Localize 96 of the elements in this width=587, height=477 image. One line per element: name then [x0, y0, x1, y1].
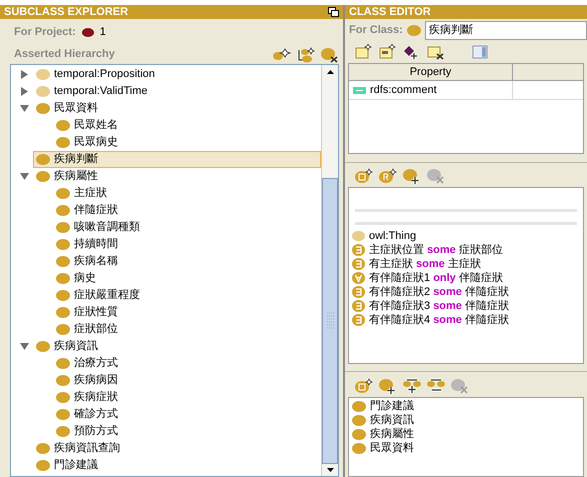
tree-item[interactable]: 疾病資訊查詢: [33, 440, 121, 457]
condition-text[interactable]: 有主症狀 some 主症狀: [369, 256, 481, 272]
note-add-icon[interactable]: [355, 44, 373, 60]
disjoint-item[interactable]: 疾病資訊: [349, 413, 583, 427]
hierarchy-label: Asserted Hierarchy: [14, 47, 115, 62]
tree-label: 主症狀: [74, 186, 107, 202]
tree-label: 疾病資訊查詢: [54, 441, 120, 456]
condition-text[interactable]: 有伴隨症狀4 some 伴隨症狀: [369, 312, 509, 328]
tree-label: 預防方式: [74, 424, 118, 440]
tree-label: 伴隨症狀: [74, 203, 118, 218]
tree-label: 持續時間: [74, 237, 118, 252]
tree-item[interactable]: 咳嗽音調種類: [53, 219, 141, 236]
annotation-property-icon: [353, 86, 366, 94]
tree-item[interactable]: 症狀性質: [53, 304, 119, 321]
tree-item[interactable]: 疾病名稱: [53, 253, 119, 270]
tree-label: 民眾姓名: [74, 118, 118, 134]
project-label: For Project:: [14, 24, 76, 40]
tree-label: 門診建議: [54, 458, 98, 474]
condition-text[interactable]: 有伴隨症狀2 some 伴隨症狀: [369, 284, 509, 300]
add-class-icon[interactable]: [379, 378, 397, 394]
disjoint-item[interactable]: 門診建議: [349, 399, 583, 413]
project-value: 1: [100, 24, 106, 40]
expanded-triangle-icon[interactable]: [20, 172, 28, 181]
grip-icon: [326, 312, 334, 330]
tree-item[interactable]: 民眾病史: [53, 134, 119, 151]
collapsed-triangle-icon[interactable]: [20, 70, 28, 79]
tree-label: 疾病屬性: [54, 169, 98, 184]
tree-label: 病史: [74, 271, 96, 286]
class-icon: [352, 428, 366, 440]
tree-item[interactable]: temporal:Proposition: [33, 66, 156, 83]
tree-label: 民眾資料: [54, 101, 98, 116]
tree-label: 症狀性質: [74, 305, 118, 320]
tree-label: 疾病症狀: [74, 390, 118, 406]
tree-item[interactable]: 持續時間: [53, 236, 119, 253]
delete-class-icon[interactable]: [321, 46, 339, 62]
tree-item[interactable]: 疾病症狀: [53, 389, 119, 406]
tree-item[interactable]: 門診建議: [33, 457, 99, 474]
window-icon[interactable]: [328, 7, 339, 17]
project-icon: [82, 28, 94, 36]
table-cell: rdfs:comment: [349, 81, 513, 99]
add-necessary-icon[interactable]: [355, 168, 373, 184]
tree-label: 治療方式: [74, 356, 118, 372]
tree-label: temporal:ValidTime: [54, 84, 148, 100]
tree-label: temporal:Proposition: [54, 67, 155, 82]
create-subclass-icon[interactable]: [273, 46, 291, 62]
tree-label: 疾病名稱: [74, 254, 118, 270]
tree-item[interactable]: 症狀部位: [53, 321, 119, 338]
note-add-icon[interactable]: [379, 44, 397, 60]
condition-text[interactable]: 主症狀位置 some 症狀部位: [369, 242, 503, 258]
tree-item[interactable]: 症狀嚴重程度: [53, 287, 141, 304]
tree-item[interactable]: 確診方式: [53, 406, 119, 423]
tree-item[interactable]: 疾病資訊: [33, 338, 99, 355]
tree-item[interactable]: 病史: [53, 270, 97, 287]
panel-title: SUBCLASS EXPLORER: [4, 4, 128, 20]
tree-label: 疾病判斷: [54, 152, 98, 168]
panel-title: CLASS EDITOR: [349, 4, 431, 20]
tree-label: 疾病病因: [74, 373, 118, 388]
scrollbar[interactable]: [321, 65, 338, 476]
class-label: For Class:: [349, 22, 403, 38]
condition-text[interactable]: 有伴隨症狀1 only 伴隨症狀: [369, 270, 503, 286]
tree-item[interactable]: 預防方式: [53, 423, 119, 440]
note-delete-icon[interactable]: [427, 44, 445, 60]
disjoint-item[interactable]: 疾病屬性: [349, 427, 583, 441]
tree-item[interactable]: temporal:ValidTime: [33, 83, 149, 100]
tree-item[interactable]: 伴隨症狀: [53, 202, 119, 219]
disjoint-item[interactable]: 民眾資料: [349, 441, 583, 455]
tree-item[interactable]: 主症狀: [53, 185, 108, 202]
add-siblings-icon[interactable]: [403, 378, 421, 394]
tree-label: 症狀嚴重程度: [74, 288, 140, 304]
class-icon: [352, 414, 366, 426]
condition-text[interactable]: owl:Thing: [369, 228, 416, 244]
tree-label: 咳嗽音調種類: [74, 220, 140, 236]
class-icon: [406, 24, 421, 36]
tree-item[interactable]: 民眾資料: [33, 100, 99, 117]
expanded-triangle-icon[interactable]: [20, 342, 28, 351]
tree-label: 確診方式: [74, 406, 118, 422]
add-restriction-icon[interactable]: [379, 168, 397, 184]
class-name-field[interactable]: 疾病判斷: [424, 20, 587, 40]
class-icon: [352, 400, 366, 412]
tree-item[interactable]: 疾病屬性: [33, 168, 99, 185]
condition-text[interactable]: 有伴隨症狀3 some 伴隨症狀: [369, 298, 509, 314]
remove-siblings-icon[interactable]: [427, 378, 445, 394]
create-sibling-icon[interactable]: [297, 46, 315, 62]
tree-label: 疾病資訊: [54, 339, 98, 354]
expanded-triangle-icon[interactable]: [20, 104, 28, 113]
tree-label: 民眾病史: [74, 135, 118, 150]
tree-item[interactable]: 疾病判斷: [33, 151, 321, 168]
tree-item[interactable]: 治療方式: [53, 355, 119, 372]
tree-item[interactable]: 民眾姓名: [53, 117, 119, 134]
collapsed-triangle-icon[interactable]: [20, 87, 28, 96]
tree-item[interactable]: 疾病病因: [53, 372, 119, 389]
add-necessary-icon[interactable]: [355, 378, 373, 394]
add-class-icon[interactable]: [403, 168, 421, 184]
scroll-thumb[interactable]: [322, 178, 338, 464]
class-icon: [352, 442, 366, 454]
tree-label: 症狀部位: [74, 322, 118, 338]
